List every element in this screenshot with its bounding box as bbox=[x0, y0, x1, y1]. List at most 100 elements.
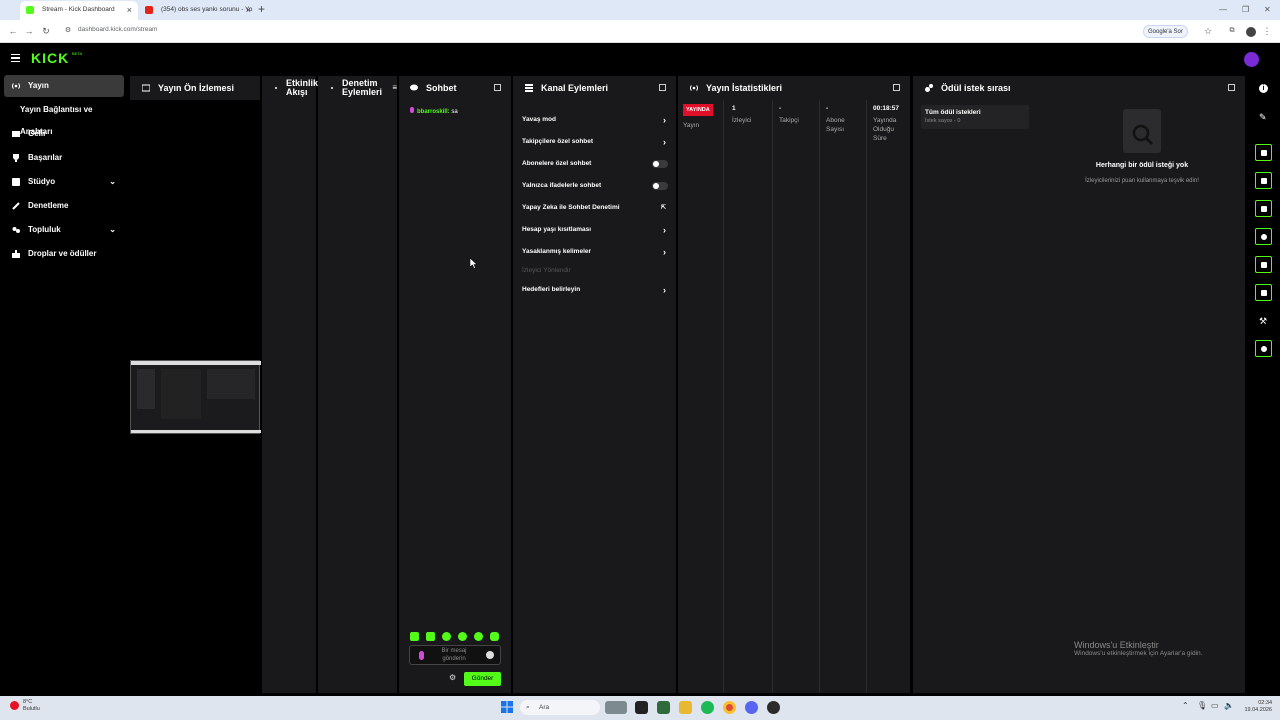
emotes-only-item: Yalnızca ifadelerle sohbet bbox=[522, 179, 670, 193]
chrome-icon[interactable] bbox=[723, 701, 736, 714]
task-view-icon[interactable] bbox=[635, 701, 648, 714]
close-tab-icon[interactable]: × bbox=[246, 1, 251, 19]
rail-chat-button[interactable] bbox=[1255, 228, 1272, 245]
chat-username[interactable]: bbarroskill: bbox=[417, 109, 450, 115]
file-explorer-icon[interactable] bbox=[679, 701, 692, 714]
sidebar-item-droplar[interactable]: Droplar ve ödüller bbox=[4, 243, 124, 265]
revenue-icon bbox=[12, 130, 20, 138]
youtube-favicon-icon bbox=[145, 6, 153, 14]
close-tab-icon[interactable]: × bbox=[127, 1, 132, 19]
send-button[interactable]: Gönder bbox=[464, 672, 501, 686]
rail-channel-actions-button[interactable] bbox=[1255, 284, 1272, 301]
emote-icon[interactable] bbox=[442, 632, 451, 641]
browser-tab-youtube[interactable]: (354) obs ses yankı sorunu - Yo × bbox=[139, 1, 257, 20]
emote-icon[interactable] bbox=[426, 632, 435, 641]
rail-moderation-button[interactable] bbox=[1255, 200, 1272, 217]
reward-filter[interactable]: Tüm ödül istekleri İstek sayısı - 0 bbox=[921, 105, 1029, 129]
browser-menu-icon[interactable]: ⋮ bbox=[1260, 24, 1274, 38]
info-icon[interactable]: i bbox=[1259, 84, 1268, 93]
network-icon[interactable]: ▭ bbox=[1211, 701, 1219, 710]
subscribers-only-toggle[interactable] bbox=[652, 160, 668, 168]
widget-icon[interactable] bbox=[605, 701, 627, 714]
kick-logo[interactable]: KICK bbox=[31, 51, 69, 65]
reload-icon[interactable]: ↻ bbox=[39, 24, 53, 38]
search-icon: ⌕ bbox=[526, 704, 530, 711]
divider bbox=[723, 100, 724, 693]
minimize-icon[interactable]: — bbox=[1219, 0, 1227, 19]
minecraft-icon[interactable] bbox=[657, 701, 670, 714]
new-tab-button[interactable]: + bbox=[258, 0, 265, 19]
back-icon[interactable]: ← bbox=[6, 24, 20, 38]
kick-favicon-icon bbox=[26, 6, 34, 14]
chevron-right-icon: › bbox=[663, 137, 666, 147]
drag-handle-icon[interactable] bbox=[330, 84, 334, 92]
chevron-down-icon: ⌄ bbox=[109, 225, 116, 234]
chat-bubble-icon bbox=[410, 84, 418, 92]
sidebar-item-studyo[interactable]: Stüdyo ⌄ bbox=[4, 171, 124, 193]
menu-icon[interactable] bbox=[11, 54, 20, 62]
weather-widget[interactable]: 8°C Bulutlu bbox=[8, 699, 40, 713]
url-field[interactable]: dashboard.kick.com/stream bbox=[78, 26, 157, 33]
maximize-icon[interactable]: ❐ bbox=[1242, 0, 1249, 19]
sidebar-item-topluluk[interactable]: Topluluk ⌄ bbox=[4, 219, 124, 241]
sidebar-item-basarilar[interactable]: Başarılar bbox=[4, 147, 124, 169]
menu-lines-icon[interactable]: ≡ bbox=[392, 76, 397, 100]
bookmark-star-icon[interactable]: ☆ bbox=[1201, 24, 1215, 38]
mic-tray-icon[interactable]: 🎙 bbox=[1197, 701, 1207, 710]
tray-chevron-icon[interactable]: ⌃ bbox=[1182, 701, 1189, 710]
profile-avatar[interactable] bbox=[1246, 27, 1256, 37]
followers-only-item[interactable]: Takipçilere özel sohbet › bbox=[522, 135, 670, 149]
drag-handle-icon[interactable] bbox=[274, 84, 278, 92]
emote-icon[interactable] bbox=[458, 632, 467, 641]
browser-tab-kick[interactable]: Stream - Kick Dashboard × bbox=[20, 1, 138, 20]
start-button[interactable] bbox=[501, 701, 513, 713]
ai-moderation-item[interactable]: Yapay Zeka ile Sohbet Denetimi ⇱ bbox=[522, 201, 670, 215]
popout-icon[interactable] bbox=[893, 84, 900, 91]
clock[interactable]: 02:34 19.04.2026 bbox=[1238, 700, 1272, 714]
sidebar-item-stream-key[interactable]: Yayın Bağlantısı ve Anahtarı bbox=[4, 99, 124, 136]
sidebar-item-yayin[interactable]: Yayın bbox=[4, 75, 124, 97]
browser-tab-bar: Stream - Kick Dashboard × (354) obs ses … bbox=[0, 0, 1280, 20]
stream-preview-video[interactable] bbox=[130, 360, 261, 434]
banned-words-item[interactable]: Yasaklanmış kelimeler › bbox=[522, 245, 670, 259]
taskbar-search[interactable]: ⌕ Ara bbox=[520, 700, 600, 715]
stream-icon bbox=[690, 84, 698, 92]
emotes-only-toggle[interactable] bbox=[652, 182, 668, 190]
mic-icon[interactable] bbox=[419, 651, 424, 660]
google-sor-button[interactable]: Google'a Sor bbox=[1143, 25, 1188, 38]
obs-icon[interactable] bbox=[767, 701, 780, 714]
spotify-icon[interactable] bbox=[701, 701, 714, 714]
rail-preview-button[interactable] bbox=[1255, 144, 1272, 161]
popout-icon[interactable] bbox=[659, 84, 666, 91]
volume-icon[interactable]: 🔈 bbox=[1224, 701, 1234, 710]
sidebar: Yayın Yayın Bağlantısı ve Anahtarı Gelir… bbox=[0, 74, 128, 696]
sidebar-item-denetleme[interactable]: Denetleme bbox=[4, 195, 124, 217]
discord-icon[interactable] bbox=[745, 701, 758, 714]
popout-icon[interactable] bbox=[494, 84, 501, 91]
panel-header: Yayın İstatistikleri bbox=[678, 76, 910, 100]
set-goals-item[interactable]: Hedefleri belirleyin › bbox=[522, 283, 670, 297]
forward-icon[interactable]: → bbox=[22, 24, 36, 38]
user-avatar[interactable] bbox=[1244, 52, 1259, 67]
rail-activity-button[interactable] bbox=[1255, 172, 1272, 189]
popout-icon[interactable] bbox=[1228, 84, 1235, 91]
edit-icon[interactable]: ✎ bbox=[1259, 112, 1267, 123]
sidebar-item-gelir[interactable]: Gelir bbox=[4, 123, 124, 145]
activity-feed-panel: Etkinlik Akışı bbox=[262, 76, 318, 693]
emoji-icon[interactable] bbox=[486, 651, 494, 659]
site-info-icon[interactable]: ⚙ bbox=[61, 24, 75, 38]
chat-text: sa bbox=[451, 109, 458, 115]
emote-icon[interactable] bbox=[474, 632, 483, 641]
rail-rewards-button[interactable] bbox=[1255, 340, 1272, 357]
slow-mode-item[interactable]: Yavaş mod › bbox=[522, 113, 670, 127]
account-age-item[interactable]: Hesap yaşı kısıtlaması › bbox=[522, 223, 670, 237]
extensions-icon[interactable]: ⧉ bbox=[1225, 24, 1239, 38]
close-window-icon[interactable]: ✕ bbox=[1264, 0, 1271, 19]
emote-icon[interactable] bbox=[490, 632, 499, 641]
mouse-cursor-icon bbox=[470, 258, 477, 269]
rail-stream-button[interactable] bbox=[1255, 256, 1272, 273]
chat-input[interactable]: Bir mesaj gönderin bbox=[409, 645, 501, 665]
emote-icon[interactable] bbox=[410, 632, 419, 641]
wrench-icon[interactable]: ⚒ bbox=[1259, 316, 1267, 327]
chat-settings-icon[interactable]: ⚙ bbox=[449, 673, 456, 682]
